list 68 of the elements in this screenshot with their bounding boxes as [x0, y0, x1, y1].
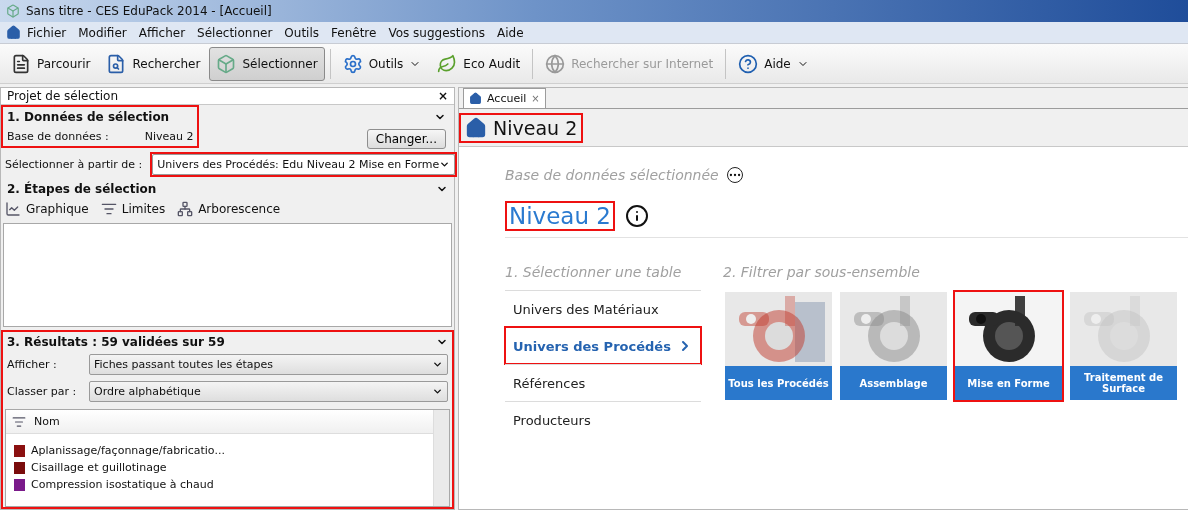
section-title: 3. Résultats : 59 validées sur 59 [7, 334, 225, 349]
globe-icon [545, 53, 566, 74]
window-title: Sans titre - CES EduPack 2014 - [Accueil] [26, 4, 272, 18]
menu-item[interactable]: Modifier [72, 25, 133, 40]
document-icon [11, 53, 31, 74]
subset-tile[interactable]: Traitement de Surface [1068, 290, 1179, 402]
search-icon [106, 53, 127, 74]
source-dropdown[interactable]: Univers des Procédés: Edu Niveau 2 Mise en Forme [152, 153, 456, 175]
menu-item[interactable]: Vos suggestions [382, 25, 492, 40]
info-icon[interactable] [625, 204, 649, 228]
database-value: Niveau 2 [144, 129, 194, 143]
menu-item[interactable]: Fichier [21, 25, 73, 40]
field-label: Afficher : [7, 358, 58, 371]
field-label: Sélectionner à partir de : [5, 157, 143, 171]
menu-item[interactable]: Outils [278, 25, 325, 40]
panel-title: Projet de sélection [7, 89, 119, 103]
menu-item[interactable]: Afficher [132, 25, 192, 40]
caret-icon [432, 386, 443, 397]
database-name: Niveau 2 [505, 201, 615, 231]
section-title: 2. Étapes de sélection [7, 181, 157, 196]
home-icon [469, 92, 482, 105]
column-title: 2. Filtrer par sous-ensemble [723, 264, 921, 280]
menu-item[interactable]: Fenêtre [325, 25, 383, 40]
caret-icon [432, 359, 443, 370]
filter-dropdown[interactable]: Fiches passant toutes les étapes [89, 354, 448, 375]
table-option[interactable]: Univers des Matériaux [505, 290, 701, 327]
table-option[interactable]: Références [505, 364, 701, 401]
table-option[interactable]: Univers des Procédés [505, 327, 701, 364]
toolbar-button[interactable]: Outils [335, 46, 429, 81]
home-icon [465, 116, 487, 139]
result-row[interactable]: Compression isostatique à chaud [6, 476, 433, 493]
leaf-icon [437, 53, 458, 74]
change-button[interactable]: Changer... [366, 129, 446, 149]
column-header[interactable]: Nom [34, 415, 60, 428]
page-title: Niveau 2 [493, 116, 578, 139]
chart-icon [5, 201, 21, 217]
section-title: 1. Données de sélection [7, 109, 170, 124]
subset-tile[interactable]: Assemblage [838, 290, 949, 402]
home-icon[interactable] [6, 25, 21, 40]
stage-tool[interactable]: Limites [100, 201, 166, 217]
table-option[interactable]: Producteurs [505, 401, 701, 438]
menu-item[interactable]: Aide [491, 25, 530, 40]
tree-icon [177, 201, 194, 217]
database-label: Base de données : [7, 129, 109, 143]
scrollbar[interactable] [433, 410, 449, 506]
app-icon [6, 4, 20, 18]
menu-item[interactable]: Sélectionner [191, 25, 279, 40]
database-caption: Base de données sélectionnée [505, 167, 719, 183]
toolbar-button[interactable]: Sélectionner [209, 46, 325, 81]
list-icon [100, 201, 117, 217]
stage-tool[interactable]: Graphique [5, 201, 89, 217]
stage-tool[interactable]: Arborescence [177, 201, 281, 217]
column-title: 1. Sélectionner une table [505, 264, 683, 280]
sort-dropdown[interactable]: Ordre alphabétique [89, 381, 448, 402]
field-label: Classer par : [7, 385, 78, 398]
gear-icon [342, 53, 363, 74]
toolbar-button[interactable]: Parcourir [4, 46, 98, 81]
close-button[interactable]: × [437, 89, 448, 103]
toolbar-button[interactable]: Rechercher [99, 46, 208, 81]
tab[interactable]: Accueil × [463, 88, 546, 108]
toolbar-button[interactable]: Aide [731, 46, 816, 81]
subset-tile[interactable]: Mise en Forme [953, 290, 1064, 402]
result-row[interactable]: Cisaillage et guillotinage [6, 459, 433, 476]
help-icon [738, 53, 759, 74]
result-row[interactable]: Aplanissage/façonnage/fabricatio... [6, 442, 433, 459]
subset-tile[interactable]: Tous les Procédés [723, 290, 834, 402]
toolbar-button[interactable]: Eco Audit [430, 46, 528, 81]
cube-icon [216, 53, 237, 74]
